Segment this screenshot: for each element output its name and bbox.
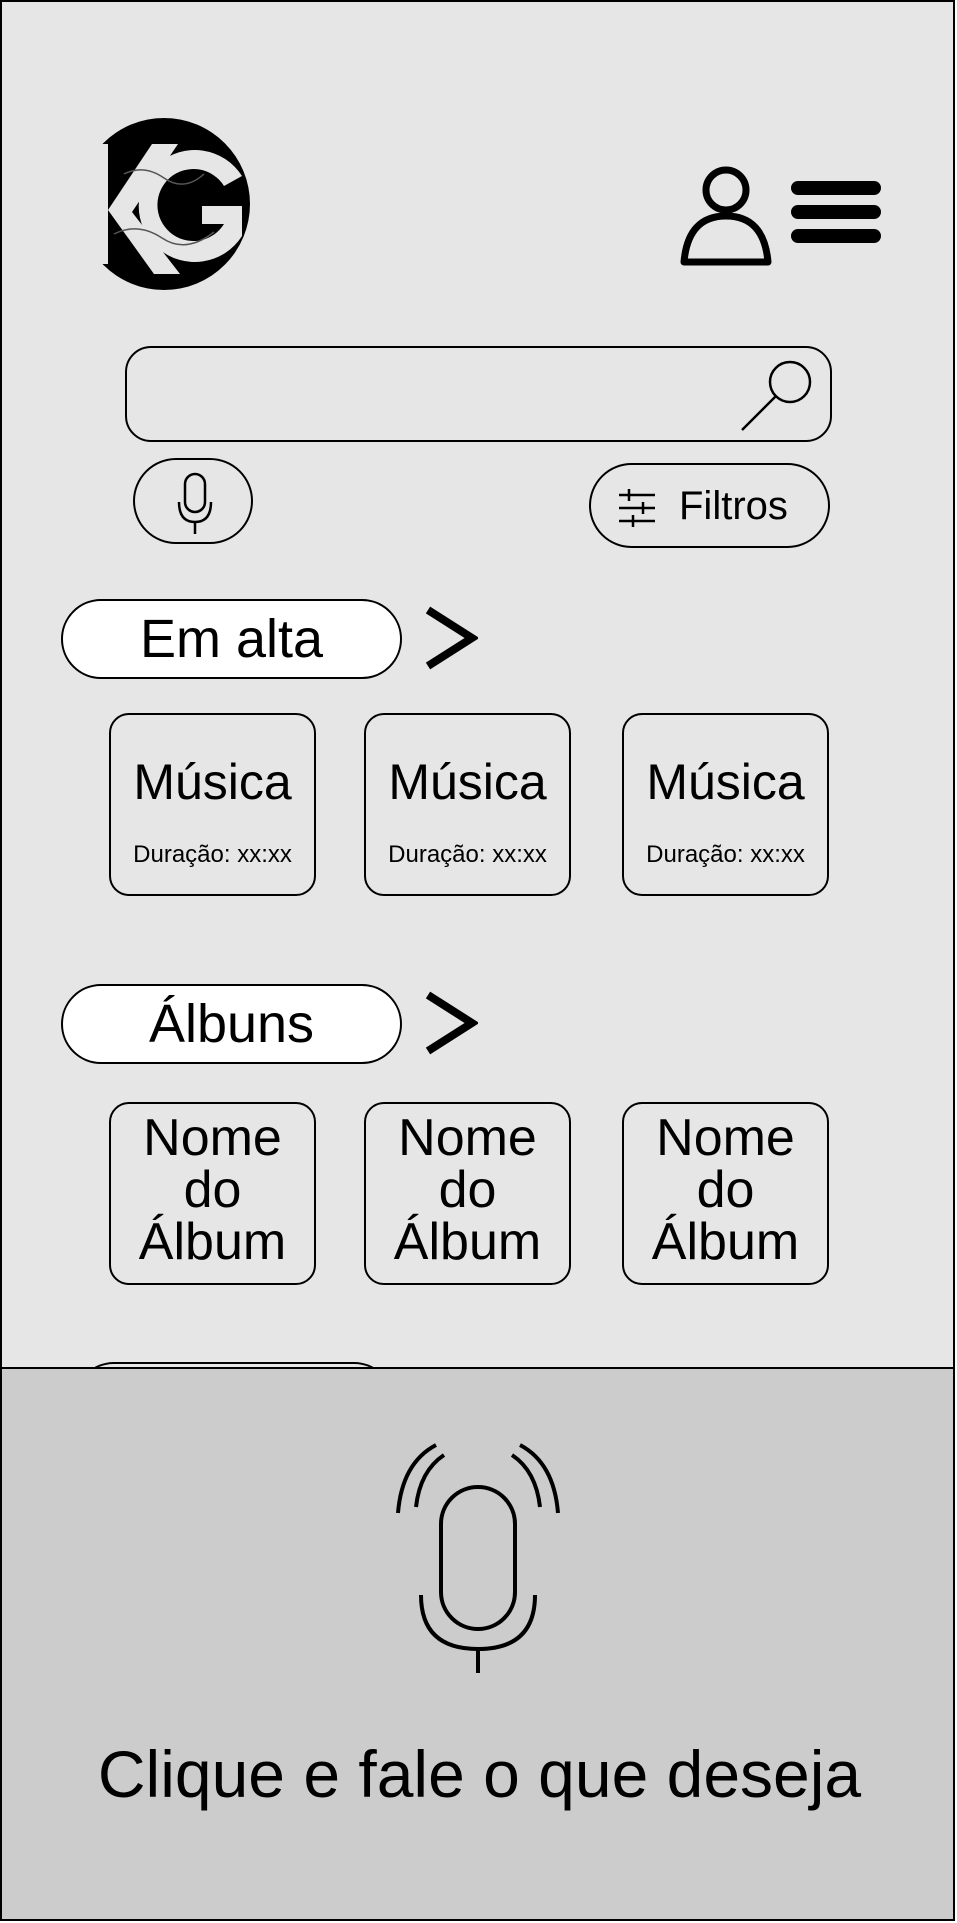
filters-label: Filtros — [679, 484, 788, 528]
song-title: Música — [646, 754, 805, 810]
voice-input-panel[interactable]: Clique e fale o que deseja — [2, 1367, 953, 1919]
search-icon[interactable] — [738, 358, 818, 436]
album-card[interactable]: Nome do Álbum — [622, 1102, 829, 1285]
chevron-right-icon[interactable] — [422, 604, 478, 672]
song-title: Música — [388, 754, 547, 810]
trending-card[interactable]: Música Duração: xx:xx — [364, 713, 571, 896]
voice-search-button[interactable] — [133, 458, 253, 544]
voice-prompt: Clique e fale o que deseja — [97, 1737, 862, 1811]
album-card[interactable]: Nome do Álbum — [364, 1102, 571, 1285]
chevron-right-icon[interactable] — [422, 989, 478, 1057]
hamburger-menu-icon[interactable] — [790, 180, 882, 244]
filters-button[interactable]: Filtros — [589, 463, 830, 548]
section-trending-title[interactable]: Em alta — [61, 599, 402, 679]
search-input[interactable] — [125, 346, 832, 442]
album-card[interactable]: Nome do Álbum — [109, 1102, 316, 1285]
album-title: Nome do Álbum — [138, 1109, 287, 1271]
trending-card[interactable]: Música Duração: xx:xx — [622, 713, 829, 896]
microphone-listening-icon[interactable] — [386, 1443, 570, 1677]
section-albums-title[interactable]: Álbuns — [61, 984, 402, 1064]
microphone-icon — [177, 472, 213, 534]
user-icon[interactable] — [678, 160, 774, 268]
album-title: Nome do Álbum — [651, 1109, 800, 1271]
song-title: Música — [133, 754, 292, 810]
song-duration: Duração: xx:xx — [388, 841, 547, 868]
app-screen: Filtros Em alta Música Duração: xx:xx Mú… — [0, 0, 955, 1921]
logo — [74, 114, 250, 294]
song-duration: Duração: xx:xx — [646, 841, 805, 868]
sliders-icon — [619, 489, 655, 527]
song-duration: Duração: xx:xx — [133, 841, 292, 868]
album-title: Nome do Álbum — [393, 1109, 542, 1271]
trending-card[interactable]: Música Duração: xx:xx — [109, 713, 316, 896]
